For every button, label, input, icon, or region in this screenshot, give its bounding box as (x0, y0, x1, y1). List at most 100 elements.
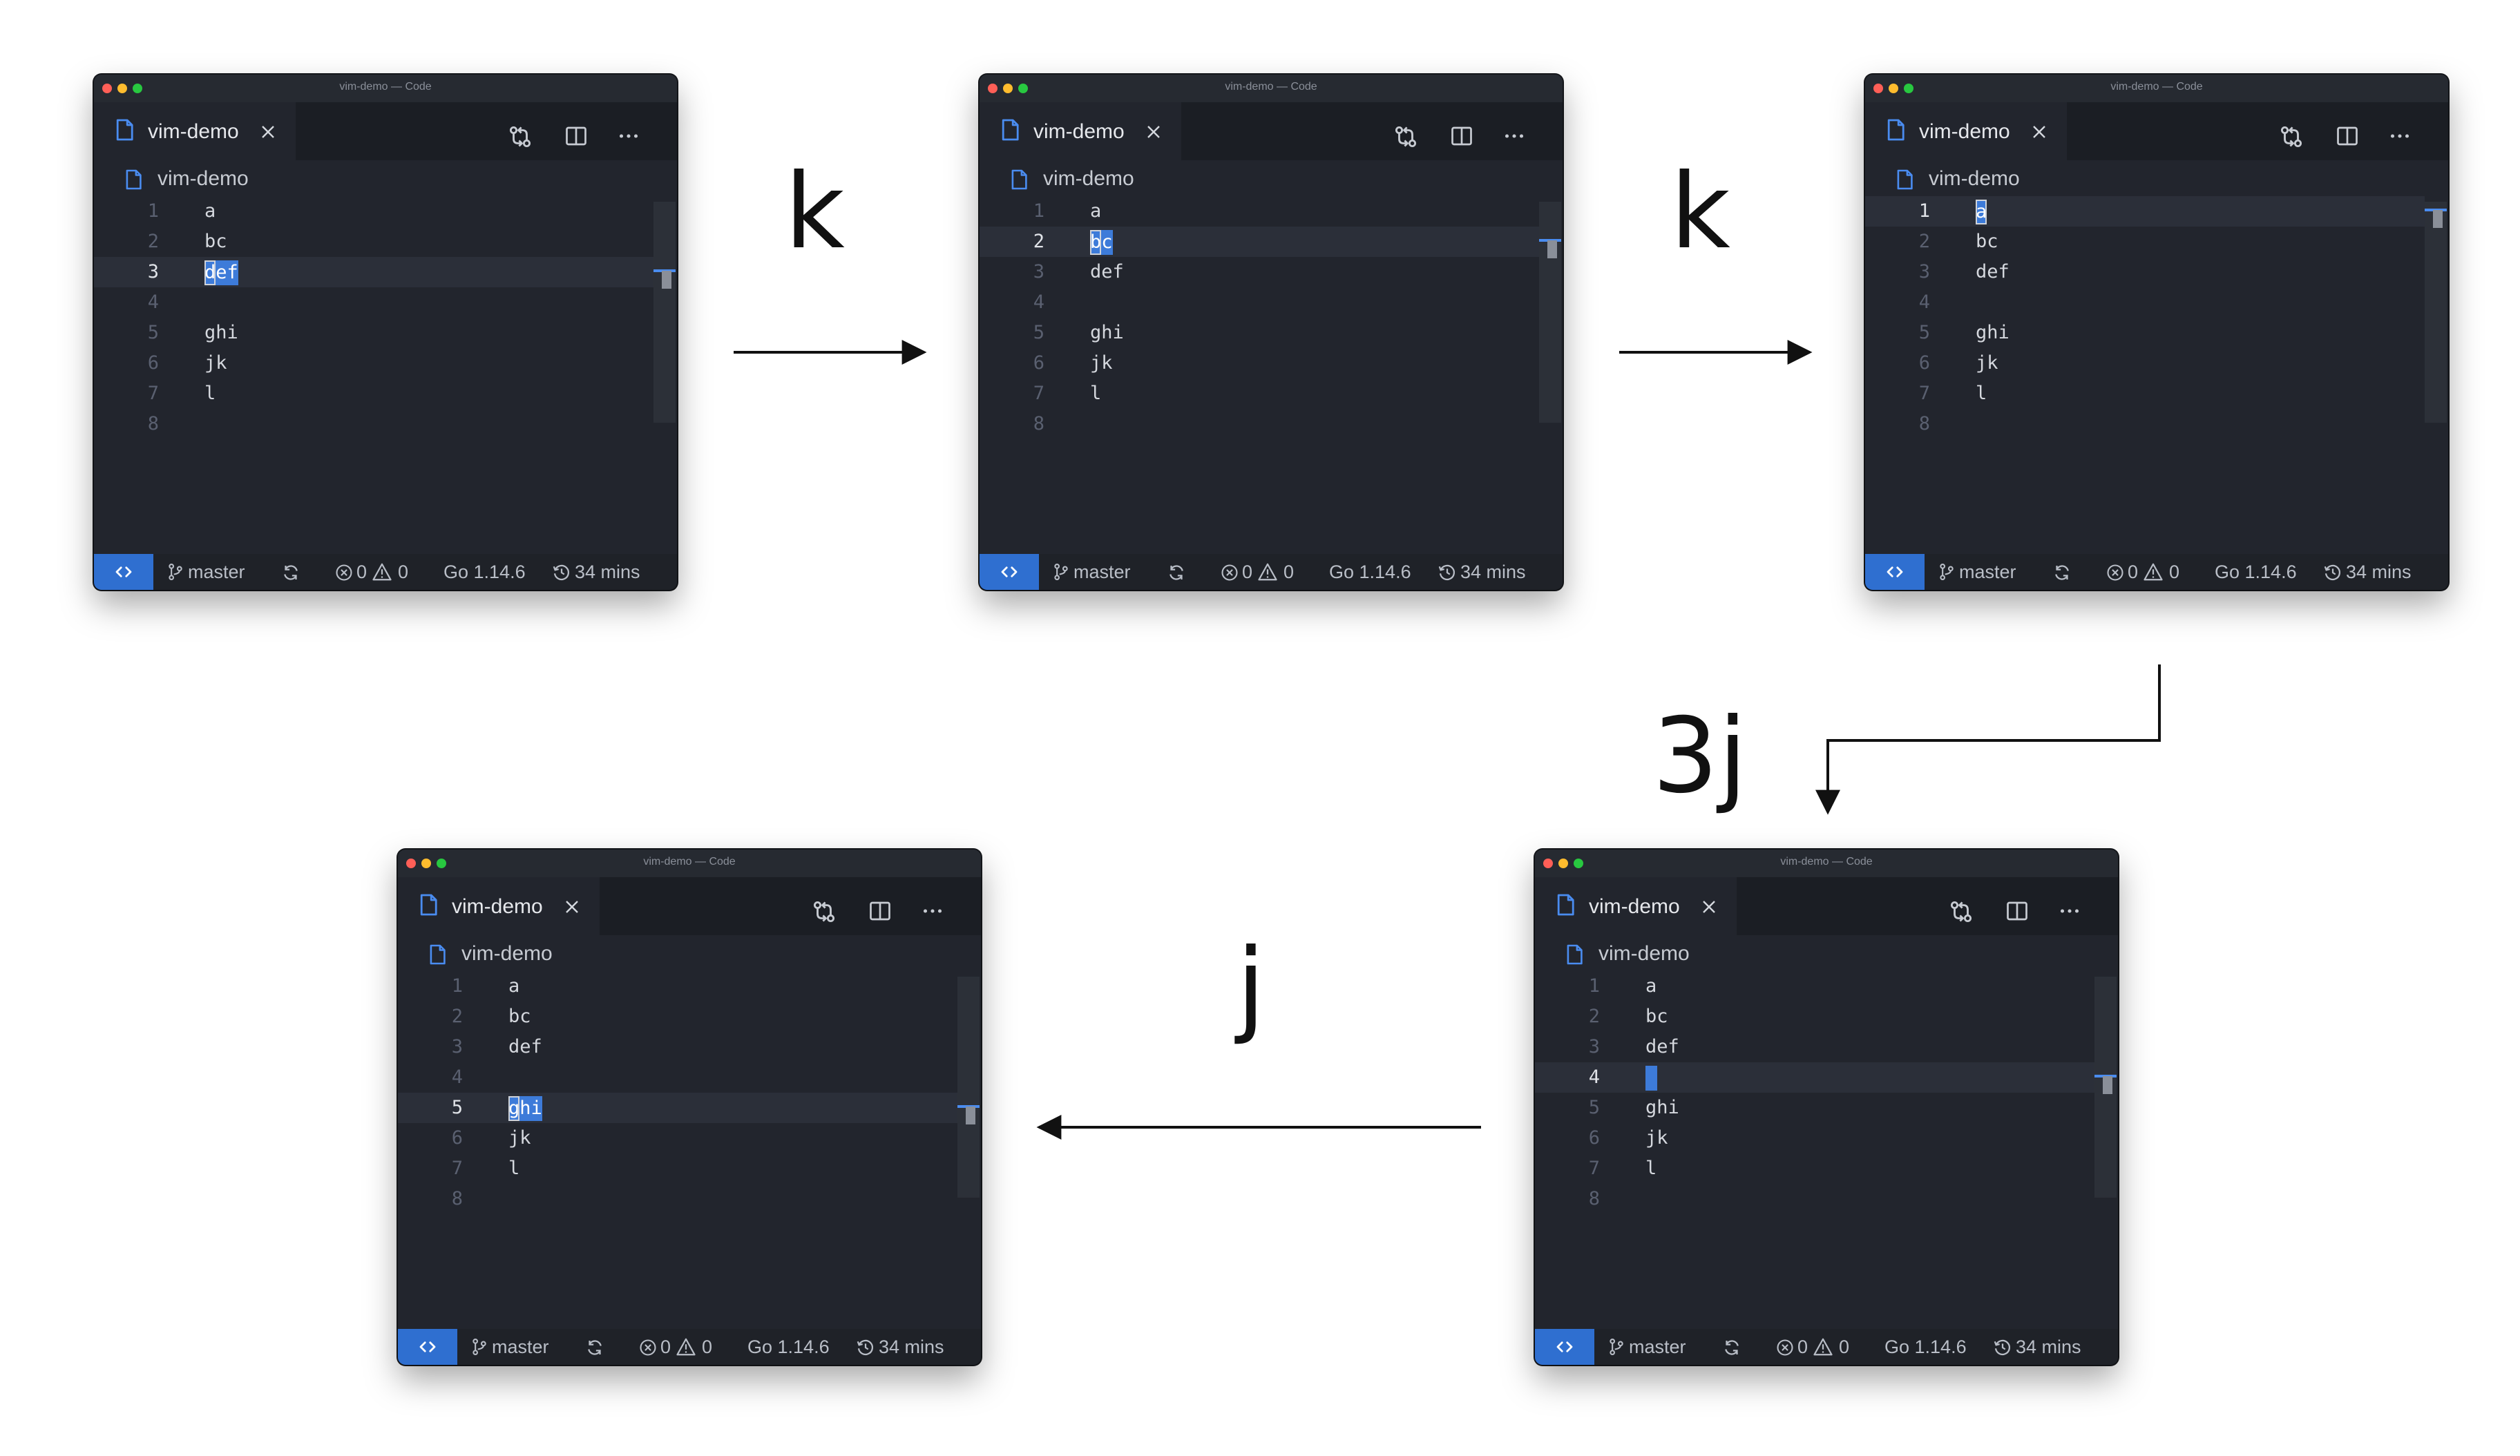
remote-indicator[interactable] (1535, 1329, 1594, 1365)
scrollbar-thumb[interactable] (966, 1107, 975, 1124)
code-line[interactable]: 3 def (980, 257, 1539, 287)
code-line[interactable]: 4 (1535, 1062, 2094, 1093)
code-line[interactable]: 4 (94, 287, 653, 318)
branch-name[interactable]: master (1959, 562, 2016, 583)
error-count[interactable]: 0 (2128, 562, 2138, 583)
code-line[interactable]: 2 bc (1865, 227, 2425, 257)
editor-area[interactable]: 1 a 2 bc 3 def 4 5 ghi 6 jk 7 l 8 (1535, 850, 2118, 1365)
code-line[interactable]: 2 bc (1535, 1002, 2094, 1032)
scrollbar[interactable] (653, 202, 676, 423)
warning-count[interactable]: 0 (2169, 562, 2179, 583)
error-icon (640, 1339, 656, 1356)
scrollbar-thumb[interactable] (2433, 210, 2443, 228)
time-spent[interactable]: 34 mins (1460, 562, 1526, 583)
editor-area[interactable]: 1 a 2 bc 3 def 4 5 ghi 6 jk 7 l 8 (94, 75, 677, 590)
go-version[interactable]: Go 1.14.6 (1884, 1337, 1967, 1358)
remote-indicator[interactable] (1865, 554, 1925, 590)
code-line[interactable]: 2 bc (398, 1002, 957, 1032)
branch-name[interactable]: master (1629, 1337, 1686, 1358)
code-line[interactable]: 8 (398, 1184, 957, 1214)
time-spent[interactable]: 34 mins (2346, 562, 2412, 583)
code-line[interactable]: 3 def (1865, 257, 2425, 287)
sync-icon[interactable] (2052, 562, 2072, 583)
go-version[interactable]: Go 1.14.6 (1329, 562, 1411, 583)
code-line[interactable]: 1a (94, 196, 653, 227)
code-line[interactable]: 5 ghi (94, 318, 653, 348)
error-count[interactable]: 0 (1242, 562, 1252, 583)
scrollbar[interactable] (1539, 202, 1561, 423)
code-line[interactable]: 6 jk (398, 1123, 957, 1153)
code-line[interactable]: 5 ghi (980, 318, 1539, 348)
code-line[interactable]: 8 (1535, 1184, 2094, 1214)
go-version[interactable]: Go 1.14.6 (443, 562, 526, 583)
code-line[interactable]: 8 (1865, 409, 2425, 439)
code-line[interactable]: 4 (398, 1062, 957, 1093)
code-line[interactable]: 6 jk (980, 348, 1539, 379)
scrollbar-thumb[interactable] (2103, 1076, 2112, 1094)
scrollbar-thumb[interactable] (662, 271, 671, 289)
code-line[interactable]: 5 ghi (1865, 318, 2425, 348)
code-line[interactable]: 7l (1865, 379, 2425, 409)
warning-count[interactable]: 0 (1283, 562, 1294, 583)
time-spent[interactable]: 34 mins (2016, 1337, 2081, 1358)
sync-icon[interactable] (1166, 562, 1187, 583)
code-line[interactable]: 3 def (398, 1032, 957, 1062)
line-text: a (1090, 200, 1102, 222)
code-line[interactable]: 7l (1535, 1153, 2094, 1184)
warning-count[interactable]: 0 (1839, 1337, 1849, 1358)
line-number: 5 (1918, 322, 1930, 343)
editor-area[interactable]: 1 a 2 bc 3 def 4 5 ghi 6 jk 7 l 8 (1865, 75, 2448, 590)
code-line[interactable]: 7l (94, 379, 653, 409)
scrollbar[interactable] (2425, 202, 2447, 423)
code-line[interactable]: 3 def (94, 257, 653, 287)
code-line[interactable]: 6 jk (1865, 348, 2425, 379)
sync-icon[interactable] (280, 562, 301, 583)
editor-area[interactable]: 1 a 2 bc 3 def 4 5 ghi 6 jk 7 l 8 (980, 75, 1563, 590)
remote-indicator[interactable] (980, 554, 1039, 590)
code-line[interactable]: 6 jk (1535, 1123, 2094, 1153)
code-line[interactable]: 2 bc (94, 227, 653, 257)
line-text: l (1090, 383, 1102, 404)
time-spent[interactable]: 34 mins (575, 562, 640, 583)
code-line[interactable]: 1a (1535, 971, 2094, 1002)
code-line[interactable]: 3 def (1535, 1032, 2094, 1062)
sync-icon[interactable] (1721, 1337, 1742, 1358)
warning-icon (2144, 563, 2163, 581)
line-text: jk (508, 1127, 531, 1149)
branch-name[interactable]: master (188, 562, 245, 583)
error-count[interactable]: 0 (1797, 1337, 1808, 1358)
editor-area[interactable]: 1 a 2 bc 3 def 4 5 ghi 6 jk 7 l 8 (398, 850, 981, 1365)
code-line[interactable]: 1a (398, 971, 957, 1002)
code-line[interactable]: 1a (1865, 196, 2425, 227)
scrollbar-thumb[interactable] (1547, 240, 1557, 258)
remote-indicator[interactable] (398, 1329, 457, 1365)
scrollbar[interactable] (957, 977, 980, 1198)
code-line[interactable]: 4 (980, 287, 1539, 318)
editor-window-step-3: vim-demo — Code vim-demo vim-demo 1 a 2 bc 3 def… (1865, 75, 2448, 590)
line-text: ghi (204, 322, 238, 343)
time-spent[interactable]: 34 mins (879, 1337, 944, 1358)
sync-icon[interactable] (584, 1337, 605, 1358)
line-number: 4 (451, 1066, 463, 1088)
scrollbar[interactable] (2094, 977, 2117, 1198)
branch-name[interactable]: master (492, 1337, 549, 1358)
branch-name[interactable]: master (1073, 562, 1131, 583)
error-count[interactable]: 0 (356, 562, 367, 583)
code-line[interactable]: 7l (398, 1153, 957, 1184)
go-version[interactable]: Go 1.14.6 (2215, 562, 2297, 583)
line-number: 3 (1918, 261, 1930, 282)
code-line[interactable]: 4 (1865, 287, 2425, 318)
code-line[interactable]: 8 (980, 409, 1539, 439)
code-line[interactable]: 1a (980, 196, 1539, 227)
warning-count[interactable]: 0 (398, 562, 408, 583)
go-version[interactable]: Go 1.14.6 (747, 1337, 830, 1358)
code-line[interactable]: 6 jk (94, 348, 653, 379)
error-count[interactable]: 0 (660, 1337, 671, 1358)
code-line[interactable]: 7l (980, 379, 1539, 409)
remote-indicator[interactable] (94, 554, 153, 590)
warning-count[interactable]: 0 (702, 1337, 712, 1358)
code-line[interactable]: 8 (94, 409, 653, 439)
code-line[interactable]: 2 bc (980, 227, 1539, 257)
code-line[interactable]: 5 ghi (398, 1093, 957, 1123)
code-line[interactable]: 5 ghi (1535, 1093, 2094, 1123)
